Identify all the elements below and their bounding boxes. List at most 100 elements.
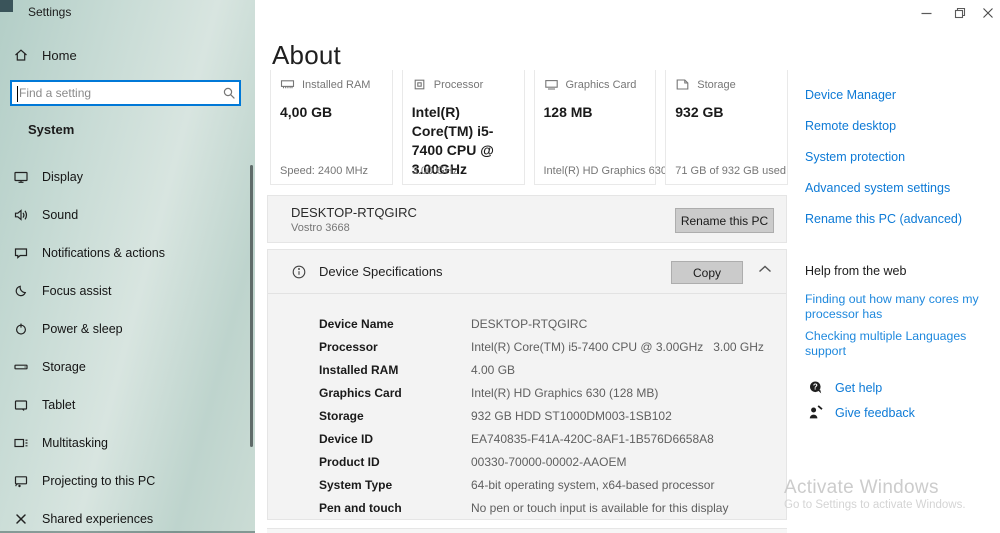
sidebar-item-label: Power & sleep	[42, 322, 123, 336]
spec-label: Pen and touch	[319, 501, 471, 515]
app-title: Settings	[28, 5, 71, 19]
device-specifications-panel: Device Specifications Copy Device Name D…	[267, 249, 787, 520]
card-value: 932 GB	[675, 103, 778, 122]
get-help-label: Get help	[835, 381, 882, 395]
copy-button[interactable]: Copy	[671, 261, 743, 284]
sidebar-item-home[interactable]: Home	[13, 47, 77, 63]
activate-windows-watermark: Activate Windows	[784, 477, 939, 499]
spec-value: DESKTOP-RTQGIRC	[471, 317, 587, 331]
card-installed-ram: Installed RAM 4,00 GB Speed: 2400 MHz	[270, 70, 393, 185]
spec-value: 4.00 GB	[471, 363, 515, 377]
settings-sidebar: Settings Home System Display Sound Notif…	[0, 0, 255, 533]
link-rename-pc-advanced[interactable]: Rename this PC (advanced)	[805, 212, 962, 226]
sidebar-item-notifications[interactable]: Notifications & actions	[0, 234, 255, 272]
window-controls	[910, 0, 1000, 26]
spec-row-graphics-card: Graphics Card Intel(R) HD Graphics 630 (…	[319, 381, 786, 404]
sidebar-item-power-sleep[interactable]: Power & sleep	[0, 310, 255, 348]
spec-value: EA740835-F41A-420C-8AF1-1B576D6658A8	[471, 432, 714, 446]
rename-pc-button[interactable]: Rename this PC	[675, 208, 774, 233]
spec-row-pen-touch: Pen and touch No pen or touch input is a…	[319, 496, 786, 519]
multitasking-icon	[13, 435, 29, 451]
card-footer: Intel(R) HD Graphics 630	[544, 165, 668, 177]
sidebar-item-storage[interactable]: Storage	[0, 348, 255, 386]
spec-value: No pen or touch input is available for t…	[471, 501, 728, 515]
sound-icon	[13, 207, 29, 223]
minimize-icon[interactable]	[910, 0, 943, 26]
search-box[interactable]	[10, 80, 241, 106]
sidebar-section-system: System	[28, 122, 74, 137]
sidebar-item-shared-experiences[interactable]: Shared experiences	[0, 500, 255, 533]
card-graphics: Graphics Card 128 MB Intel(R) HD Graphic…	[534, 70, 657, 185]
link-advanced-system-settings[interactable]: Advanced system settings	[805, 181, 950, 195]
give-feedback-icon	[808, 405, 824, 421]
sidebar-item-focus-assist[interactable]: Focus assist	[0, 272, 255, 310]
sidebar-item-label: Storage	[42, 360, 86, 374]
card-footer: 3.00 GHz	[412, 165, 458, 177]
power-icon	[13, 321, 29, 337]
activate-windows-subtext: Go to Settings to activate Windows.	[784, 499, 966, 511]
close-icon[interactable]	[976, 0, 1000, 26]
hardware-cards: Installed RAM 4,00 GB Speed: 2400 MHz Pr…	[270, 70, 788, 185]
sidebar-item-projecting[interactable]: Projecting to this PC	[0, 462, 255, 500]
window-corner-accent	[0, 0, 13, 12]
next-panel-edge	[267, 528, 787, 533]
sidebar-item-label: Display	[42, 170, 83, 184]
spec-value: Intel(R) Core(TM) i5-7400 CPU @ 3.00GHz …	[471, 340, 764, 354]
sidebar-home-label: Home	[42, 48, 77, 63]
spec-row-product-id: Product ID 00330-70000-00002-AAOEM	[319, 450, 786, 473]
spec-label: Device Name	[319, 317, 471, 331]
notifications-icon	[13, 245, 29, 261]
card-storage: Storage 932 GB 71 GB of 932 GB used	[665, 70, 788, 185]
display-icon	[13, 169, 29, 185]
spec-value: 64-bit operating system, x64-based proce…	[471, 478, 714, 492]
sidebar-item-label: Notifications & actions	[42, 246, 165, 260]
help-link-languages[interactable]: Checking multiple Languages support	[805, 329, 1000, 359]
storage-card-icon	[675, 77, 690, 92]
search-icon	[219, 86, 239, 100]
spec-label: Graphics Card	[319, 386, 471, 400]
card-value: 4,00 GB	[280, 103, 383, 122]
spec-label: Installed RAM	[319, 363, 471, 377]
focus-assist-icon	[13, 283, 29, 299]
help-link-cores[interactable]: Finding out how many cores my processor …	[805, 292, 1000, 322]
specs-header: Device Specifications Copy	[268, 250, 786, 294]
sidebar-item-label: Shared experiences	[42, 512, 153, 526]
sidebar-nav: Display Sound Notifications & actions Fo…	[0, 158, 255, 533]
svg-text:?: ?	[813, 383, 818, 392]
card-label: Installed RAM	[302, 79, 370, 91]
card-processor: Processor Intel(R) Core(TM) i5-7400 CPU …	[402, 70, 525, 185]
ram-icon	[280, 77, 295, 92]
spec-value: Intel(R) HD Graphics 630 (128 MB)	[471, 386, 658, 400]
give-feedback-row[interactable]: Give feedback	[808, 405, 915, 421]
spec-label: System Type	[319, 478, 471, 492]
device-name: DESKTOP-RTQGIRC	[291, 205, 417, 220]
spec-row-device-id: Device ID EA740835-F41A-420C-8AF1-1B576D…	[319, 427, 786, 450]
spec-label: Device ID	[319, 432, 471, 446]
card-label: Graphics Card	[566, 79, 637, 91]
chevron-up-icon[interactable]	[758, 265, 772, 273]
spec-row-processor: Processor Intel(R) Core(TM) i5-7400 CPU …	[319, 335, 786, 358]
link-remote-desktop[interactable]: Remote desktop	[805, 119, 896, 133]
link-system-protection[interactable]: System protection	[805, 150, 905, 164]
sidebar-item-multitasking[interactable]: Multitasking	[0, 424, 255, 462]
spec-row-system-type: System Type 64-bit operating system, x64…	[319, 473, 786, 496]
processor-icon	[412, 77, 427, 92]
device-model: Vostro 3668	[291, 222, 417, 234]
spec-row-device-name: Device Name DESKTOP-RTQGIRC	[319, 312, 786, 335]
search-input[interactable]	[12, 82, 219, 104]
home-icon	[13, 47, 29, 63]
sidebar-item-sound[interactable]: Sound	[0, 196, 255, 234]
link-device-manager[interactable]: Device Manager	[805, 88, 896, 102]
spec-value: 00330-70000-00002-AAOEM	[471, 455, 626, 469]
sidebar-item-label: Multitasking	[42, 436, 108, 450]
get-help-row[interactable]: ? Get help	[808, 380, 882, 396]
card-footer: Speed: 2400 MHz	[280, 165, 368, 177]
storage-icon	[13, 359, 29, 375]
sidebar-item-tablet[interactable]: Tablet	[0, 386, 255, 424]
restore-icon[interactable]	[943, 0, 976, 26]
spec-label: Product ID	[319, 455, 471, 469]
sidebar-item-display[interactable]: Display	[0, 158, 255, 196]
sidebar-item-label: Tablet	[42, 398, 75, 412]
sidebar-scrollbar[interactable]	[250, 165, 253, 447]
sidebar-item-label: Focus assist	[42, 284, 111, 298]
